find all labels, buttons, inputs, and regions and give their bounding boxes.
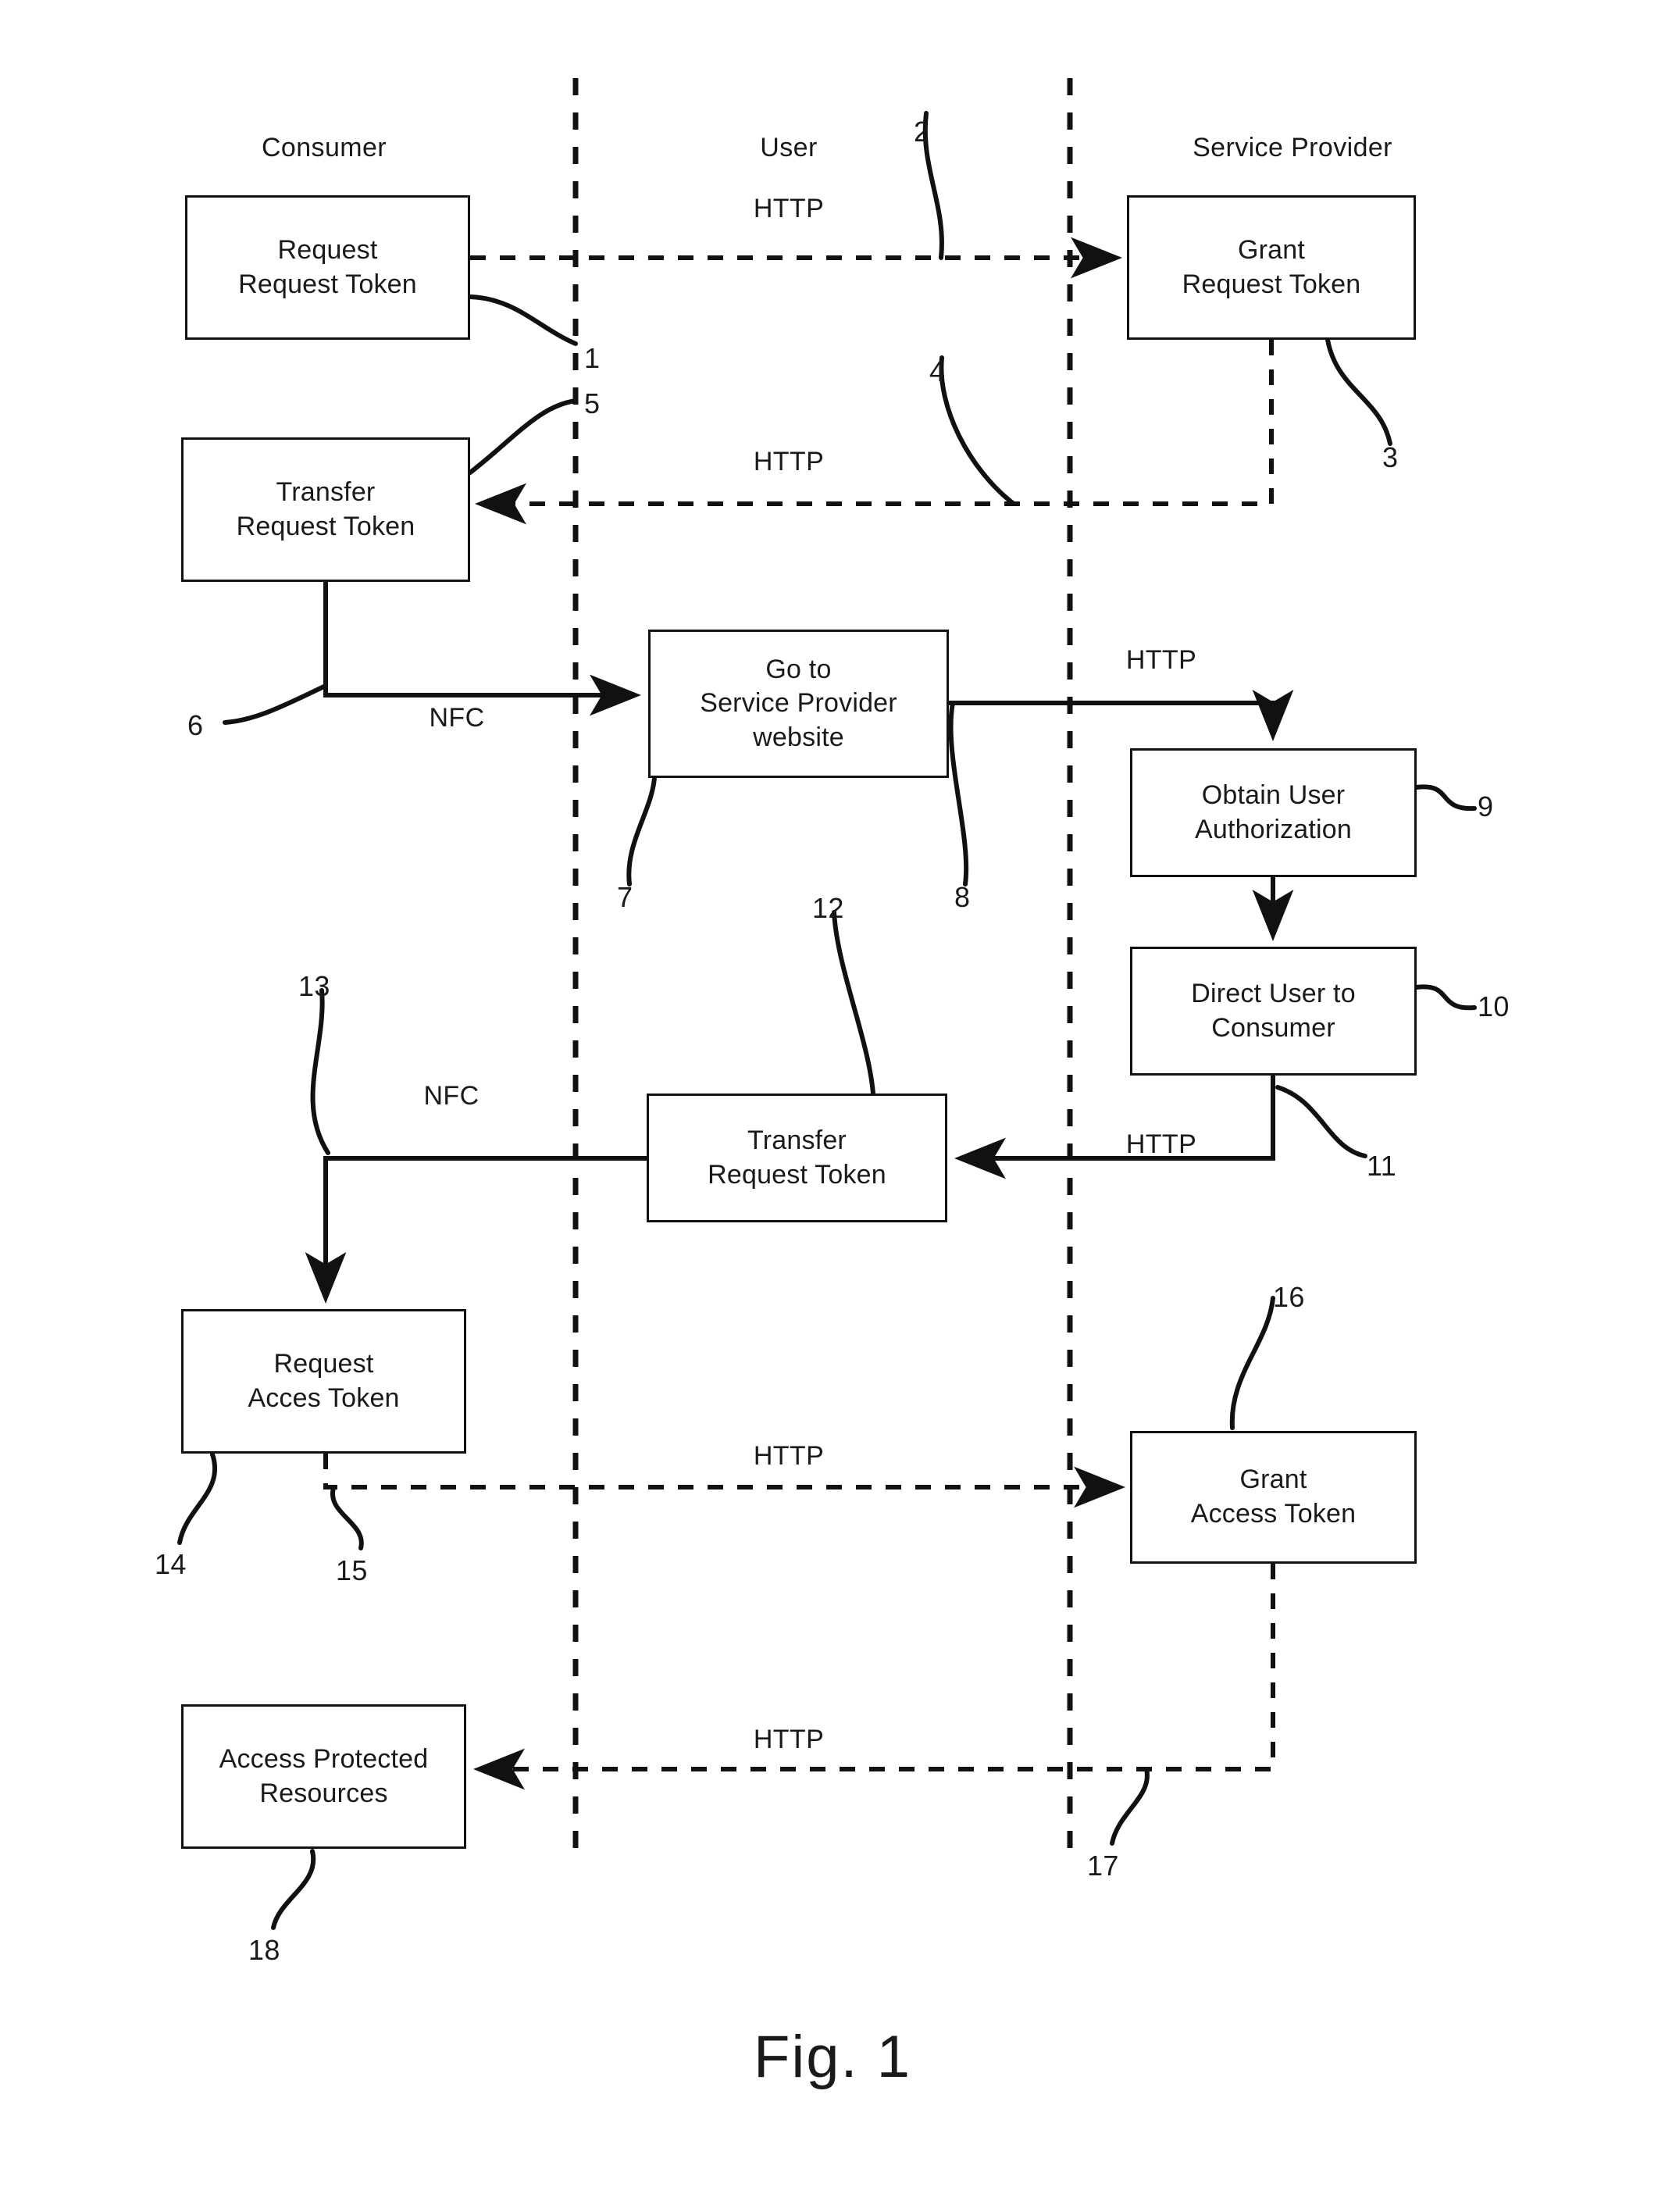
- flow-http-grant-access-to-protected-resources: [473, 1564, 1275, 1790]
- reference-numeral-14: 14: [155, 1548, 187, 1580]
- node-line: Grant: [1237, 234, 1306, 265]
- node-line: Grant: [1239, 1465, 1307, 1495]
- edge-label-nfc-transfer-to-website: NFC: [429, 703, 485, 733]
- flow-http-direct-user-to-transfer: [954, 1076, 1275, 1179]
- edge-label-http-grant-to-transfer: HTTP: [753, 447, 825, 476]
- flow-nfc-transfer-to-request-access: [305, 1156, 647, 1304]
- node-line: Consumer: [1211, 1012, 1335, 1043]
- node-transfer-request-token-bottom[interactable]: Transfer Request Token: [647, 1094, 947, 1222]
- node-access-protected-resources[interactable]: Access Protected Resources: [181, 1704, 466, 1849]
- leader-line-5: [468, 398, 578, 475]
- leader-line-9: [1414, 784, 1477, 812]
- node-direct-user-to-consumer[interactable]: Direct User to Consumer: [1130, 947, 1417, 1076]
- reference-numeral-9: 9: [1478, 790, 1494, 822]
- edge-label-nfc-transfer-to-request-access: NFC: [423, 1081, 480, 1111]
- node-line: Transfer: [747, 1125, 847, 1155]
- leader-line-4: [939, 355, 1016, 506]
- node-line: Request: [273, 1348, 374, 1379]
- leader-line-14: [177, 1452, 218, 1545]
- lane-divider-group: [572, 78, 1073, 1859]
- reference-numeral-10: 10: [1478, 990, 1510, 1022]
- figure-caption: Fig. 1: [753, 2024, 912, 2090]
- reference-numeral-12: 12: [812, 892, 844, 924]
- leader-line-11: [1275, 1085, 1367, 1158]
- node-line: Request Token: [238, 269, 417, 299]
- leader-line-17: [1110, 1767, 1150, 1846]
- node-obtain-user-authorization[interactable]: Obtain User Authorization: [1130, 748, 1417, 877]
- node-line: Request Token: [236, 511, 415, 541]
- reference-numeral-5: 5: [584, 387, 601, 419]
- reference-numeral-1: 1: [584, 342, 601, 374]
- reference-numeral-11: 11: [1367, 1150, 1397, 1182]
- reference-numeral-7: 7: [617, 881, 633, 913]
- leader-line-10: [1414, 984, 1477, 1011]
- node-line: Request: [277, 234, 378, 265]
- reference-numeral-3: 3: [1382, 441, 1399, 473]
- node-line: Access Protected: [219, 1743, 429, 1774]
- reference-numeral-15: 15: [336, 1554, 368, 1586]
- reference-numeral-13: 13: [298, 970, 330, 1002]
- leader-line-3: [1325, 337, 1392, 446]
- flow-http-website-to-authorization: [949, 690, 1294, 741]
- node-line: Resources: [259, 1778, 388, 1808]
- lane-label-consumer: Consumer: [261, 133, 387, 162]
- leader-line-15: [330, 1486, 364, 1550]
- edge-label-http-grant-access-to-resources: HTTP: [753, 1725, 825, 1754]
- leader-line-6: [223, 683, 328, 725]
- node-grant-request-token[interactable]: Grant Request Token: [1127, 195, 1416, 340]
- edge-label-http-request-token: HTTP: [753, 194, 825, 223]
- flow-http-request-access-to-grant-access: [323, 1454, 1125, 1508]
- node-line: Obtain User: [1201, 780, 1346, 810]
- leader-line-1: [468, 294, 578, 346]
- node-line: Service Provider: [700, 688, 897, 719]
- reference-numeral-2: 2: [914, 116, 930, 148]
- edge-label-http-website-to-authorization: HTTP: [1125, 645, 1197, 675]
- node-line: website: [753, 722, 844, 752]
- leader-line-7: [626, 776, 657, 887]
- node-line: Go to: [765, 654, 832, 684]
- reference-numeral-18: 18: [248, 1934, 280, 1966]
- leader-line-8: [948, 701, 969, 887]
- reference-numeral-6: 6: [187, 709, 204, 741]
- edge-label-http-request-access-to-grant: HTTP: [753, 1441, 825, 1471]
- edge-label-http-direct-user-to-transfer: HTTP: [1125, 1129, 1197, 1159]
- node-line: Transfer: [276, 476, 376, 507]
- reference-numeral-16: 16: [1273, 1281, 1305, 1313]
- node-request-request-token[interactable]: Request Request Token: [185, 195, 470, 340]
- node-line: Request Token: [1182, 269, 1361, 299]
- node-line: Request Token: [708, 1159, 886, 1190]
- reference-numeral-17: 17: [1087, 1850, 1119, 1882]
- reference-numeral-8: 8: [954, 881, 971, 913]
- leader-line-16: [1229, 1296, 1275, 1430]
- leader-line-12: [832, 910, 875, 1096]
- node-line: Acces Token: [248, 1382, 400, 1413]
- leader-line-18: [271, 1849, 316, 1930]
- figure-canvas: Consumer User Service Provider Request R…: [0, 0, 1665, 2212]
- flow-http-grant-to-transfer: [475, 340, 1274, 525]
- leader-line-13: [310, 988, 330, 1155]
- reference-numeral-4: 4: [929, 355, 946, 387]
- flow-nfc-transfer-to-website: [323, 582, 641, 716]
- node-go-to-service-provider-website[interactable]: Go to Service Provider website: [648, 630, 949, 778]
- node-line: Authorization: [1194, 814, 1353, 844]
- node-line: Access Token: [1190, 1499, 1357, 1529]
- node-transfer-request-token-top[interactable]: Transfer Request Token: [181, 437, 470, 582]
- lane-label-service-provider: Service Provider: [1193, 133, 1392, 162]
- lane-label-user: User: [760, 133, 818, 162]
- node-line: Direct User to: [1191, 978, 1356, 1008]
- node-grant-access-token[interactable]: Grant Access Token: [1130, 1431, 1417, 1564]
- node-request-access-token[interactable]: Request Acces Token: [181, 1309, 466, 1454]
